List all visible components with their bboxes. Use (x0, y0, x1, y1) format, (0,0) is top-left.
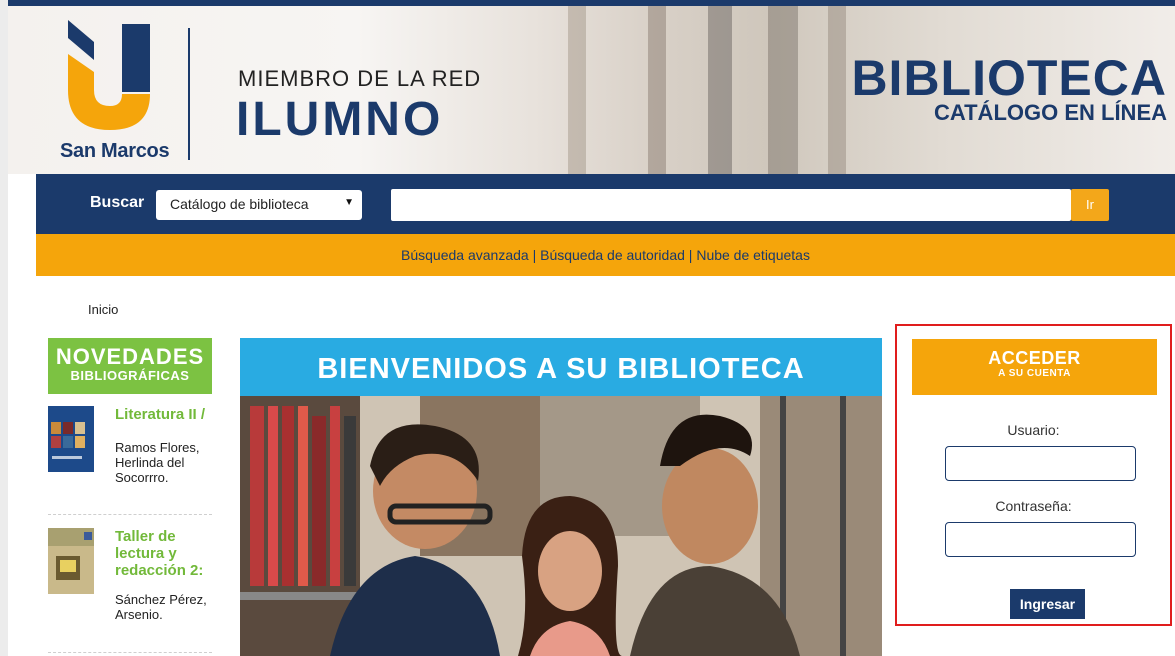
tag-cloud-link[interactable]: Nube de etiquetas (696, 247, 810, 263)
shelf-decoration (828, 6, 846, 174)
search-links-bar: Búsqueda avanzada | Búsqueda de autorida… (36, 234, 1175, 276)
site-subtitle: CATÁLOGO EN LÍNEA (933, 100, 1167, 125)
logo-divider (188, 28, 190, 160)
advanced-search-link[interactable]: Búsqueda avanzada (401, 247, 529, 263)
shelf-decoration (568, 6, 586, 174)
site-title: BIBLIOTECA (851, 50, 1167, 106)
password-label: Contraseña: (995, 498, 1072, 514)
san-marcos-logo-icon[interactable] (60, 20, 164, 130)
new-books-subtitle: BIBLIOGRÁFICAS (70, 368, 190, 383)
login-subtitle: A SU CUENTA (998, 368, 1071, 379)
book-author: Sánchez Pérez, Arsenio. (115, 592, 207, 622)
search-scope-value: Catálogo de biblioteca (170, 196, 309, 212)
left-gutter (0, 0, 8, 656)
list-item: Taller de lectura y redacción 2: Sánchez… (48, 528, 212, 656)
book-author: Ramos Flores, Herlinda del Socorrro. (115, 440, 200, 485)
breadcrumb-home[interactable]: Inicio (88, 302, 118, 317)
login-header: ACCEDER A SU CUENTA (912, 339, 1157, 395)
dropdown-arrow-icon: ▼ (344, 197, 354, 208)
welcome-title: BIENVENIDOS A SU BIBLIOTECA (240, 338, 882, 396)
shelf-decoration (768, 6, 798, 174)
new-books-banner: NOVEDADES BIBLIOGRÁFICAS (48, 338, 212, 394)
search-go-button[interactable]: Ir (1071, 189, 1109, 221)
shelf-decoration (708, 6, 732, 174)
network-name: ILUMNO (236, 93, 444, 146)
username-field[interactable] (945, 446, 1136, 481)
search-label: Buscar (90, 194, 145, 211)
book-title-link[interactable]: Literatura II / (115, 406, 215, 423)
students-photo (240, 396, 882, 656)
welcome-banner: BIENVENIDOS A SU BIBLIOTECA (240, 338, 882, 656)
divider (48, 652, 212, 653)
username-label: Usuario: (1007, 422, 1060, 438)
authority-search-link[interactable]: Búsqueda de autoridad (540, 247, 685, 263)
book-cover-image[interactable] (48, 406, 94, 472)
site-header: San Marcos MIEMBRO DE LA RED ILUMNO BIBL… (8, 6, 1175, 174)
new-books-title: NOVEDADES (55, 344, 205, 369)
password-field[interactable] (945, 522, 1136, 557)
search-input[interactable] (391, 189, 1071, 221)
login-panel: ACCEDER A SU CUENTA Usuario: Contraseña:… (895, 324, 1172, 626)
link-separator: | (532, 247, 537, 263)
book-title-link[interactable]: Taller de lectura y redacción 2: (115, 528, 215, 579)
divider (48, 514, 212, 515)
shelf-decoration (648, 6, 666, 174)
login-submit-button[interactable]: Ingresar (1010, 589, 1085, 619)
search-bar: Buscar Catálogo de biblioteca ▼ Ir (36, 174, 1175, 234)
network-label: MIEMBRO DE LA RED (238, 66, 482, 91)
logo-wordmark: San Marcos (60, 140, 170, 162)
search-scope-select[interactable]: Catálogo de biblioteca ▼ (156, 190, 362, 220)
list-item: Literatura II / Ramos Flores, Herlinda d… (48, 406, 212, 516)
login-title: ACCEDER (988, 348, 1081, 368)
book-cover-image[interactable] (48, 528, 94, 594)
